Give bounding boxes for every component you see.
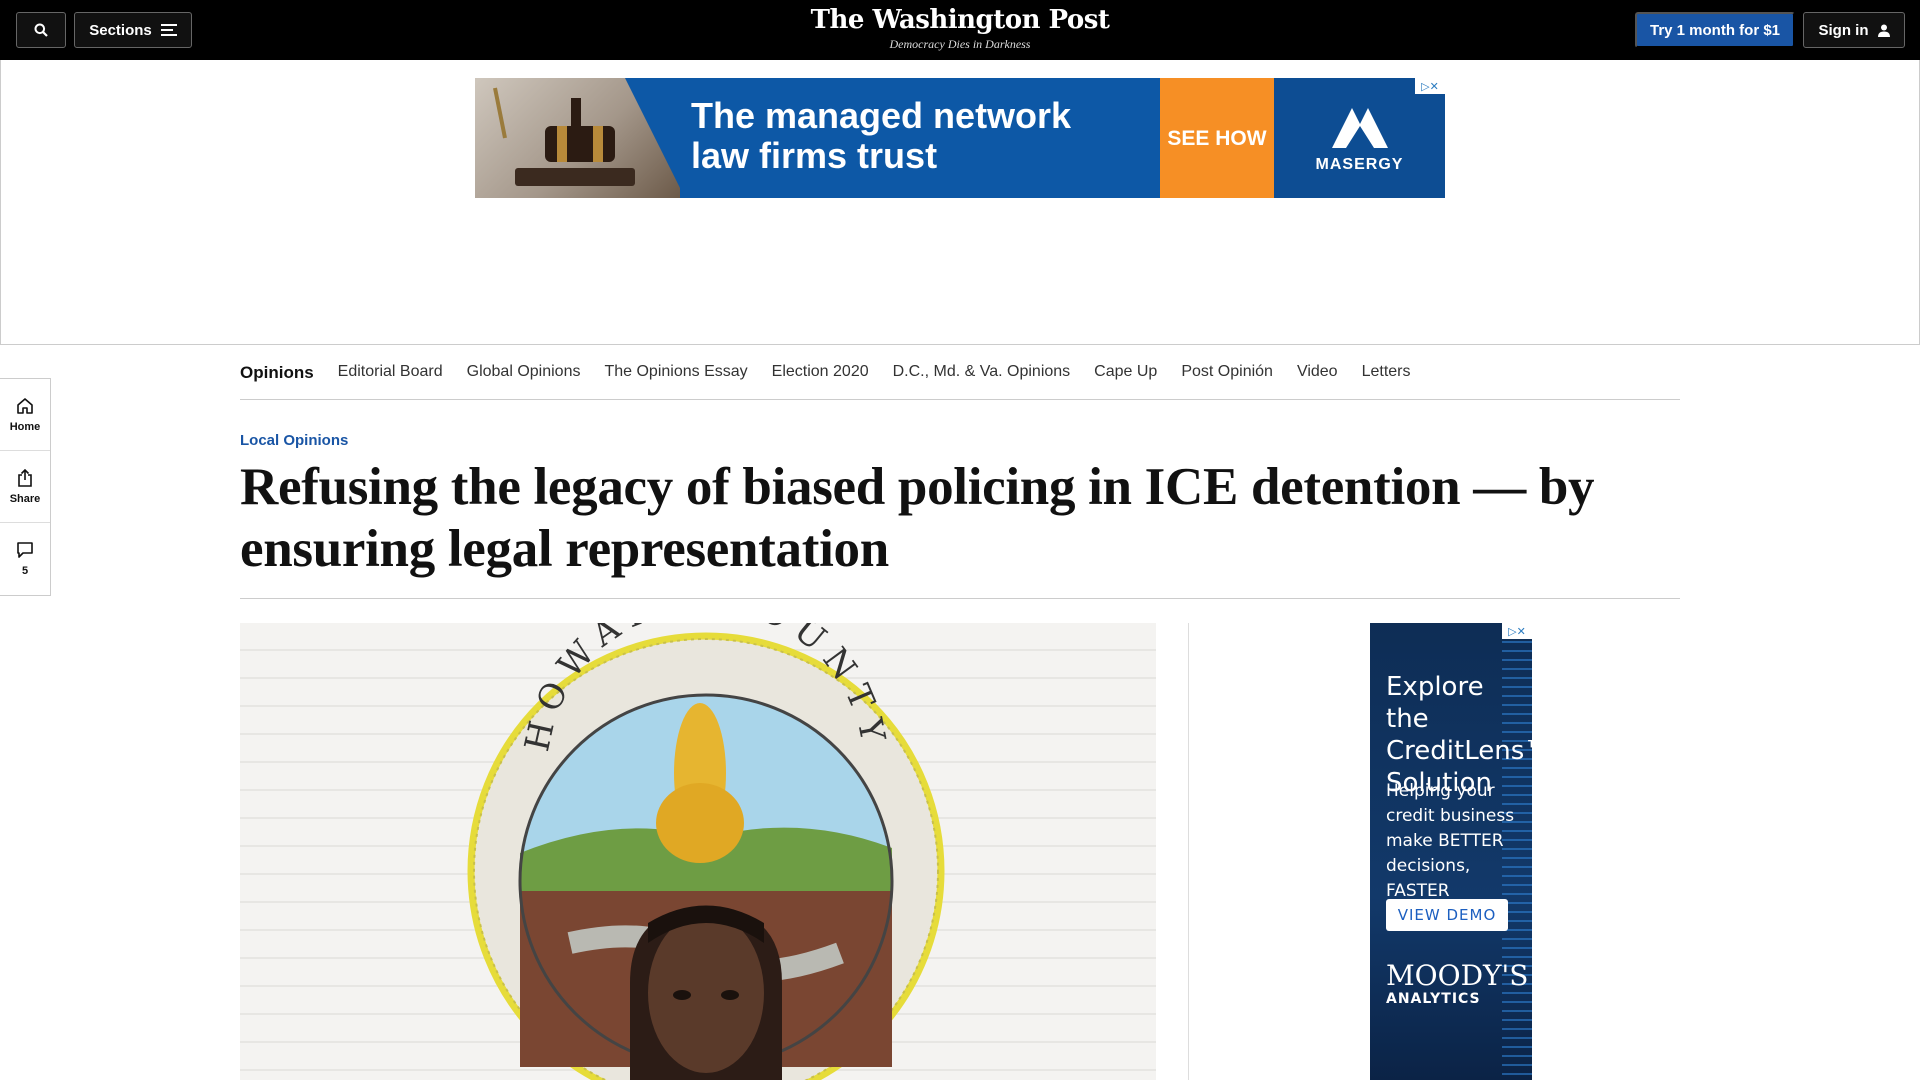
nav-post-opinion[interactable]: Post Opinión bbox=[1181, 355, 1273, 381]
left-rail: Home Share 5 bbox=[0, 378, 51, 596]
side-ad[interactable]: Explore the CreditLens™ Solution Helping… bbox=[1370, 623, 1532, 1080]
logo-tagline: Democracy Dies in Darkness bbox=[889, 37, 1031, 51]
adchoices-icon[interactable]: ▷✕ bbox=[1502, 623, 1532, 639]
rail-share-button[interactable]: Share bbox=[0, 451, 50, 523]
rail-comment-count: 5 bbox=[21, 565, 29, 577]
site-header: Sections The Washington Post Democracy D… bbox=[0, 0, 1920, 60]
masergy-logo-icon bbox=[1332, 108, 1388, 148]
ad-brand-name: MASERGY bbox=[1315, 156, 1404, 173]
user-icon bbox=[1877, 24, 1890, 37]
site-logo[interactable]: The Washington Post Democracy Dies in Da… bbox=[760, 5, 1160, 52]
nav-election-2020[interactable]: Election 2020 bbox=[772, 355, 869, 381]
nav-opinions-essay[interactable]: The Opinions Essay bbox=[604, 355, 747, 381]
side-ad-brand-sub: ANALYTICS bbox=[1386, 991, 1481, 1007]
nav-editorial-board[interactable]: Editorial Board bbox=[338, 355, 443, 381]
nav-local-opinions[interactable]: D.C., Md. & Va. Opinions bbox=[893, 355, 1071, 381]
rail-home-label: Home bbox=[9, 420, 41, 433]
lead-image: HOWARD COUNTY bbox=[240, 623, 1156, 1080]
side-ad-cta-button[interactable]: VIEW DEMO bbox=[1386, 899, 1508, 931]
article-headline: Refusing the legacy of biased policing i… bbox=[240, 458, 1595, 578]
search-icon bbox=[34, 23, 48, 37]
column-divider bbox=[1188, 623, 1189, 1080]
share-icon bbox=[18, 468, 32, 487]
ad-cta-button[interactable]: SEE HOW bbox=[1160, 78, 1274, 198]
nav-opinions[interactable]: Opinions bbox=[240, 355, 314, 383]
nav-global-opinions[interactable]: Global Opinions bbox=[467, 355, 581, 381]
home-icon bbox=[17, 397, 33, 414]
ad-headline: The managed network law firms trust bbox=[691, 95, 1072, 176]
sections-label: Sections bbox=[89, 21, 152, 39]
hamburger-menu-icon bbox=[160, 24, 177, 36]
headline-divider bbox=[240, 598, 1680, 599]
ad-brand: MASERGY bbox=[1274, 78, 1445, 198]
ad-wedge bbox=[625, 78, 685, 198]
subscribe-button[interactable]: Try 1 month for $1 bbox=[1635, 12, 1795, 48]
rail-share-label: Share bbox=[9, 492, 41, 505]
rail-comments-button[interactable]: 5 bbox=[0, 523, 50, 595]
nav-video[interactable]: Video bbox=[1297, 355, 1338, 381]
logo-name: The Washington Post bbox=[810, 5, 1110, 35]
comment-icon bbox=[17, 542, 33, 558]
side-ad-subhead: Helping your credit business make BETTER… bbox=[1386, 781, 1515, 901]
sign-in-label: Sign in bbox=[1818, 21, 1869, 39]
nav-letters[interactable]: Letters bbox=[1362, 355, 1411, 381]
article-kicker[interactable]: Local Opinions bbox=[240, 432, 348, 449]
opinions-nav: Opinions Editorial Board Global Opinions… bbox=[240, 355, 1680, 400]
side-ad-brand: MOODY'S bbox=[1386, 959, 1529, 992]
nav-cape-up[interactable]: Cape Up bbox=[1094, 355, 1157, 381]
top-ad-banner[interactable]: The managed network law firms trust SEE … bbox=[475, 78, 1445, 198]
adchoices-icon[interactable]: ▷✕ bbox=[1415, 78, 1445, 94]
rail-home-button[interactable]: Home bbox=[0, 379, 50, 451]
search-button[interactable] bbox=[16, 12, 66, 48]
sign-in-button[interactable]: Sign in bbox=[1803, 12, 1905, 48]
sections-button[interactable]: Sections bbox=[74, 12, 192, 48]
